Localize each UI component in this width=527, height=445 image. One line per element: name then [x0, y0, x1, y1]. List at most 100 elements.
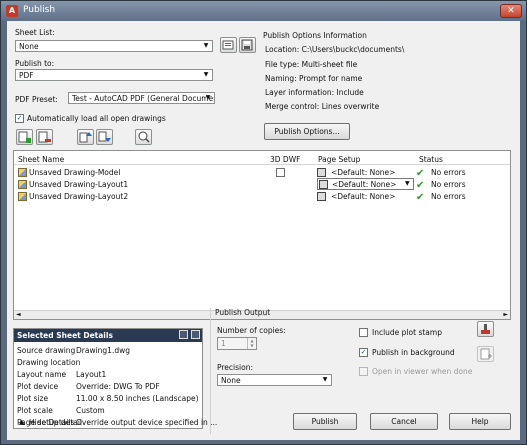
autocad-app-icon: A: [6, 5, 18, 17]
precision-label: Precision:: [217, 363, 253, 372]
detail-label: Drawing location: [17, 358, 81, 367]
detail-value: Layout1: [76, 370, 107, 379]
options-info-layer: Layer information: Include: [265, 88, 364, 97]
options-info-merge: Merge control: Lines overwrite: [265, 102, 380, 111]
move-sheet-up-button[interactable]: [77, 129, 94, 145]
details-copy-icon[interactable]: [179, 330, 188, 339]
help-button[interactable]: Help: [449, 413, 511, 430]
status-text: No errors: [431, 168, 466, 177]
close-button[interactable]: ✕: [500, 4, 522, 18]
collapse-icon: ▲: [19, 418, 25, 426]
pdf-preset-label: PDF Preset:: [15, 95, 58, 104]
auto-load-checkbox[interactable]: ✓: [15, 114, 24, 123]
page-setup-value: <Default: None>: [331, 192, 396, 201]
remove-sheet-icon: [38, 131, 51, 143]
copies-value: 1: [221, 339, 226, 348]
header-divider: [14, 164, 510, 165]
load-sheet-list-button[interactable]: [220, 37, 237, 53]
layout-sheet-icon: [18, 180, 27, 189]
options-info-heading: Publish Options Information: [263, 31, 367, 40]
hide-details-link[interactable]: Hide Details: [29, 418, 74, 427]
publish-to-value: PDF: [19, 71, 34, 80]
save-sheet-list-button[interactable]: [239, 37, 256, 53]
precision-value: None: [221, 376, 241, 385]
sheet-name: Unsaved Drawing-Layout2: [29, 192, 129, 201]
scroll-left-icon[interactable]: ◄: [16, 311, 21, 318]
detail-value: Override: DWG To PDF: [76, 382, 160, 391]
sheet-list-value: None: [19, 42, 39, 51]
pdf-preset-value: Test - AutoCAD PDF (General Documenta: [72, 94, 215, 103]
preview-button[interactable]: [135, 129, 152, 145]
publish-to-label: Publish to:: [15, 59, 55, 68]
dwf3d-checkbox[interactable]: [276, 168, 285, 177]
open-viewer-label: Open in viewer when done: [372, 367, 473, 376]
publish-background-checkbox[interactable]: ✓: [359, 348, 368, 357]
add-sheets-button[interactable]: [16, 129, 33, 145]
add-to-sheet-button[interactable]: [477, 346, 494, 362]
publish-to-select[interactable]: PDF ▼: [15, 69, 213, 81]
title-bar[interactable]: A Publish ✕: [1, 1, 526, 21]
detail-label: Plot scale: [17, 406, 53, 415]
open-viewer-checkbox[interactable]: [359, 367, 368, 376]
page-setup-dropdown[interactable]: <Default: None> ▼: [317, 178, 414, 190]
detail-label: Plot size: [17, 394, 49, 403]
options-info-file-type: File type: Multi-sheet file: [265, 60, 358, 69]
sheet-list-label: Sheet List:: [15, 28, 55, 37]
copies-stepper[interactable]: 1 ▲ ▼: [217, 337, 257, 350]
remove-sheets-button[interactable]: [36, 129, 53, 145]
sheet-grid: Sheet Name 3D DWF Page Setup Status Unsa…: [13, 150, 511, 320]
document-add-icon: [480, 348, 492, 360]
selected-sheet-details: Selected Sheet Details Source drawing Dr…: [13, 328, 217, 429]
include-plot-stamp-checkbox[interactable]: [359, 328, 368, 337]
page-setup-value: <Default: None>: [332, 180, 397, 189]
detail-value: Drawing1.dwg: [76, 346, 130, 355]
table-row[interactable]: Unsaved Drawing-Layout1 <Default: None> …: [15, 178, 509, 191]
check-icon: ✔: [416, 180, 425, 191]
layout-sheet-icon: [18, 192, 27, 201]
table-row[interactable]: Unsaved Drawing-Layout2 <Default: None> …: [15, 191, 509, 203]
chevron-down-icon: ▼: [205, 94, 211, 101]
table-row[interactable]: Unsaved Drawing-Model <Default: None> ✔ …: [15, 167, 509, 179]
chevron-down-icon: ▼: [322, 376, 328, 383]
window-title: Publish: [23, 5, 56, 15]
stamp-icon: [481, 324, 490, 334]
move-sheet-down-button[interactable]: [96, 129, 113, 145]
save-icon: [241, 39, 253, 51]
include-plot-stamp-label: Include plot stamp: [372, 328, 442, 337]
details-settings-icon[interactable]: [191, 330, 200, 339]
details-heading: Selected Sheet Details: [14, 329, 202, 342]
details-heading-text: Selected Sheet Details: [17, 331, 113, 340]
cancel-button[interactable]: Cancel: [370, 413, 438, 430]
magnifier-icon: [138, 131, 150, 143]
sheet-list-select[interactable]: None ▼: [15, 40, 213, 52]
scroll-right-icon[interactable]: ►: [503, 311, 508, 318]
publish-button[interactable]: Publish: [293, 413, 357, 430]
model-sheet-icon: [18, 168, 27, 177]
publish-options-button[interactable]: Publish Options...: [264, 123, 350, 140]
page-setup-icon: [317, 192, 326, 201]
move-up-icon: [79, 132, 92, 143]
status-text: No errors: [431, 192, 466, 201]
pdf-preset-select[interactable]: Test - AutoCAD PDF (General Documenta ▼: [68, 92, 215, 104]
status-text: No errors: [431, 180, 466, 189]
page-setup-icon: [317, 168, 326, 177]
sheet-name: Unsaved Drawing-Model: [29, 168, 121, 177]
options-info-location: Location: C:\Users\buckc\documents\: [265, 45, 405, 54]
plot-stamp-settings-button[interactable]: [477, 321, 494, 337]
detail-value: 11.00 x 8.50 inches (Landscape): [76, 394, 199, 403]
detail-label: Plot device: [17, 382, 59, 391]
detail-value: Custom: [76, 406, 105, 415]
add-sheet-icon: [18, 131, 31, 143]
publish-output-heading: Publish Output: [215, 308, 271, 317]
copies-label: Number of copies:: [217, 326, 286, 335]
chevron-down-icon: ▼: [405, 180, 410, 187]
chevron-down-icon: ▼: [203, 42, 209, 49]
check-icon: ✔: [416, 168, 425, 179]
page-setup-value: <Default: None>: [331, 168, 396, 177]
dialog-body: Sheet List: None ▼ Publish to: PDF ▼ PDF…: [7, 21, 520, 440]
detail-value: Override output device specified in ...: [76, 418, 218, 427]
precision-select[interactable]: None ▼: [217, 374, 332, 386]
detail-label: Layout name: [17, 370, 67, 379]
section-divider: [210, 308, 211, 434]
stepper-arrows-icon[interactable]: ▲ ▼: [247, 338, 256, 349]
